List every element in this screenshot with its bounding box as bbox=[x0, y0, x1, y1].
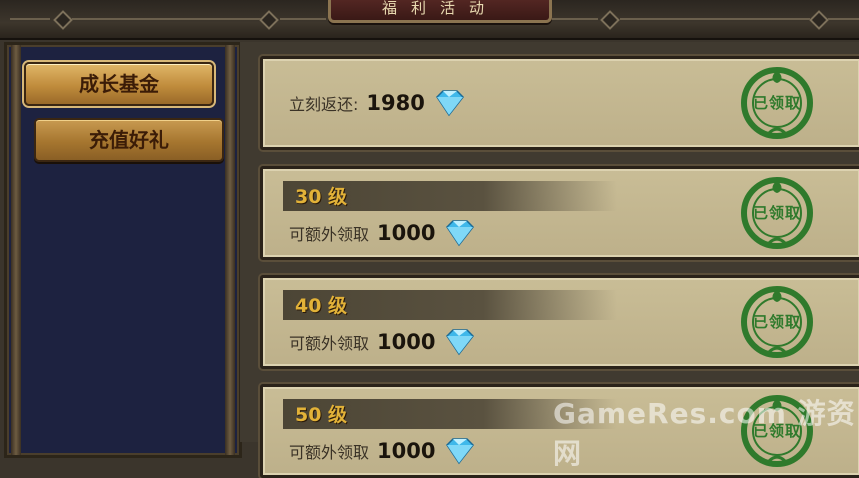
reward-list: 立刻返还: 1980 已领取 30 级 可额外领取 1000 已领取 40 级 … bbox=[240, 42, 859, 478]
decor-line bbox=[548, 18, 598, 20]
watermark: GameRes.com 游资网 bbox=[553, 397, 856, 470]
reward-label: 可额外领取 bbox=[289, 225, 370, 244]
claimed-stamp: 已领取 bbox=[739, 284, 815, 360]
reward-amount: 1000 bbox=[377, 439, 436, 463]
level-label: 40 级 bbox=[295, 295, 348, 317]
decor-line bbox=[72, 18, 262, 20]
reward-card: 立刻返还: 1980 已领取 bbox=[260, 56, 859, 150]
reward-line: 立刻返还: 1980 bbox=[289, 89, 467, 117]
decor-line bbox=[620, 18, 810, 20]
reward-amount: 1000 bbox=[377, 221, 436, 245]
decor-diamond-icon bbox=[53, 10, 73, 30]
reward-label: 可额外领取 bbox=[289, 443, 370, 462]
stamp-text: 已领取 bbox=[752, 94, 801, 112]
stamp-text: 已领取 bbox=[752, 313, 801, 331]
decor-diamond-icon bbox=[600, 10, 620, 30]
diamond-icon bbox=[446, 220, 475, 247]
decor-line bbox=[280, 18, 326, 20]
diamond-icon bbox=[446, 438, 475, 465]
stamp-text: 已领取 bbox=[752, 204, 801, 222]
level-label: 30 级 bbox=[295, 186, 348, 208]
reward-label: 可额外领取 bbox=[289, 334, 370, 353]
reward-amount: 1000 bbox=[377, 330, 436, 354]
reward-card: 30 级 可额外领取 1000 已领取 bbox=[260, 166, 859, 260]
reward-card: 40 级 可额外领取 1000 已领取 bbox=[260, 275, 859, 369]
reward-line: 可额外领取 1000 bbox=[289, 219, 477, 247]
reward-line: 可额外领取 1000 bbox=[289, 437, 477, 465]
reward-line: 可额外领取 1000 bbox=[289, 328, 477, 356]
tab-recharge-gift[interactable]: 充值好礼 bbox=[34, 118, 224, 162]
claimed-stamp: 已领取 bbox=[739, 65, 815, 141]
sidebar-rail bbox=[11, 45, 21, 455]
reward-amount: 1980 bbox=[366, 91, 425, 115]
diamond-icon bbox=[446, 329, 475, 356]
decor-line bbox=[828, 18, 859, 20]
diamond-icon bbox=[435, 90, 464, 117]
sidebar-rail bbox=[225, 45, 235, 455]
decor-diamond-icon bbox=[809, 10, 829, 30]
window-title: 福利活动 bbox=[328, 0, 552, 23]
claimed-stamp: 已领取 bbox=[739, 175, 815, 251]
decor-diamond-icon bbox=[259, 10, 279, 30]
reward-label: 立刻返还: bbox=[289, 95, 359, 114]
level-label: 50 级 bbox=[295, 404, 348, 426]
tab-growth-fund[interactable]: 成长基金 bbox=[24, 62, 214, 106]
decor-line bbox=[10, 18, 50, 20]
